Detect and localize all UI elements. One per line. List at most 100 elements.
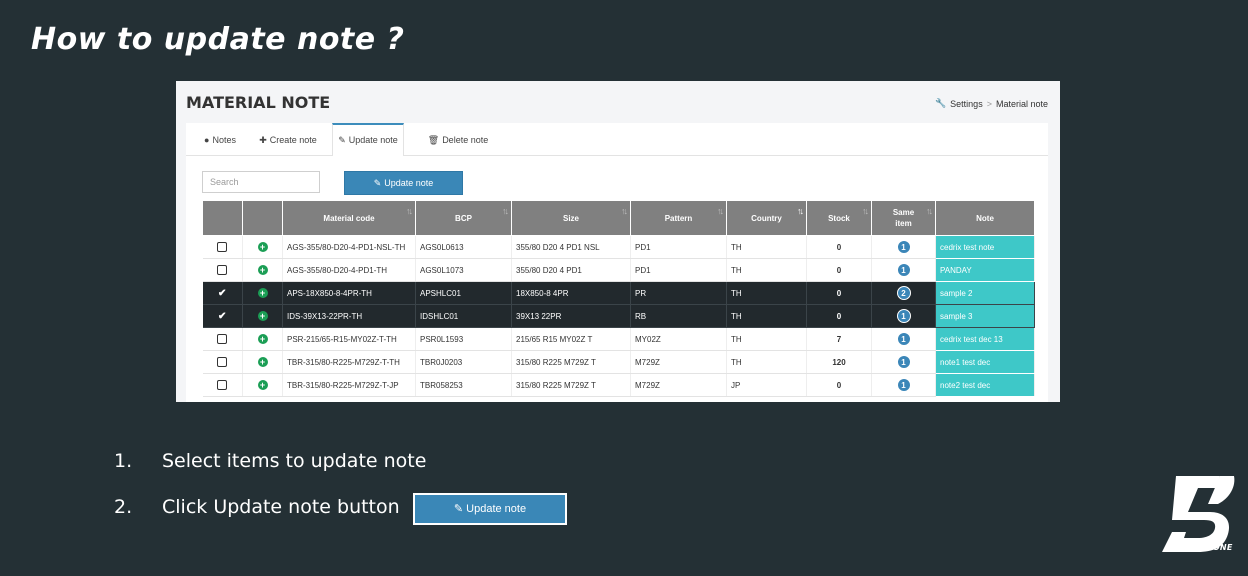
table-row[interactable]: + TBR-315/80-R225-M729Z-T-JP TBR058253 315/… xyxy=(202,373,1035,397)
pattern-cell: PD1 xyxy=(630,235,727,259)
plus-circle-icon[interactable]: + xyxy=(257,242,268,252)
note-cell[interactable]: cedrix test dec 13 xyxy=(935,327,1035,351)
row-add-cell[interactable]: + xyxy=(242,235,283,259)
checkmark-icon[interactable]: ✔ xyxy=(218,311,226,322)
tab-delete-note[interactable]: 🗑 Delete note xyxy=(422,123,494,155)
pattern-cell: RB xyxy=(630,304,727,328)
table-row[interactable]: + PSR-215/65-R15-MY02Z-T-TH PSR0L1593 215/6… xyxy=(202,327,1035,351)
column-header-material-code[interactable]: Material code ↑↓ xyxy=(282,200,416,236)
plus-circle-icon[interactable]: + xyxy=(257,380,268,390)
note-cell[interactable]: note1 test dec xyxy=(935,350,1035,374)
note-cell[interactable]: note2 test dec xyxy=(935,373,1035,397)
plus-icon: ✚ xyxy=(259,135,267,145)
row-checkbox[interactable] xyxy=(217,334,228,344)
same-item-badge[interactable]: 1 xyxy=(896,309,911,323)
sort-icon: ↑↓ xyxy=(621,206,628,216)
trash-icon: 🗑 xyxy=(427,135,440,145)
plus-circle-icon[interactable]: + xyxy=(257,334,268,344)
country-cell: JP xyxy=(726,373,807,397)
checkmark-icon[interactable]: ✔ xyxy=(218,288,226,299)
update-note-label: Update note xyxy=(384,178,434,188)
country-cell: TH xyxy=(726,281,807,305)
material-code-cell: AGS-355/80-D20-4-PD1-NSL-TH xyxy=(282,235,416,259)
row-checkbox-cell[interactable]: ✔ xyxy=(202,304,243,328)
pattern-cell: M729Z xyxy=(630,350,727,374)
table-row[interactable]: ✔ + IDS-39X13-22PR-TH IDSHLC01 39X13 22PR RB T… xyxy=(202,304,1035,328)
note-cell[interactable]: PANDAY xyxy=(935,258,1035,282)
table-row[interactable]: + TBR-315/80-R225-M729Z-T-TH TBR0J0203 315/… xyxy=(202,350,1035,374)
bcp-cell: IDSHLC01 xyxy=(415,304,512,328)
sort-icon: ↑↓ xyxy=(717,206,724,216)
row-checkbox-cell[interactable] xyxy=(202,235,243,259)
row-add-cell[interactable]: + xyxy=(242,373,283,397)
breadcrumb-current: Material note xyxy=(995,98,1048,109)
country-cell: TH xyxy=(726,258,807,282)
table-row[interactable]: + AGS-355/80-D20-4-PD1-TH AGS0L1073 355/80 … xyxy=(202,258,1035,282)
edit-icon: ✎ xyxy=(338,135,346,145)
pattern-cell: PR xyxy=(630,281,727,305)
size-cell: 355/80 D20 4 PD1 xyxy=(511,258,631,282)
same-item-badge[interactable]: 1 xyxy=(896,263,911,277)
material-code-cell: TBR-315/80-R225-M729Z-T-JP xyxy=(282,373,416,397)
column-header-country[interactable]: Country ↑↓ xyxy=(726,200,807,236)
row-add-cell[interactable]: + xyxy=(242,304,283,328)
row-add-cell[interactable]: + xyxy=(242,350,283,374)
sort-icon: ↑↓ xyxy=(406,206,413,216)
pattern-cell: MY02Z xyxy=(630,327,727,351)
note-cell[interactable]: cedrix test note xyxy=(935,235,1035,259)
column-header-same-item[interactable]: Same item ↑↓ xyxy=(871,200,936,236)
tab-create-note[interactable]: ✚ Create note xyxy=(254,123,322,155)
tab-bar: ● Notes ✚ Create note ✎ Update note 🗑 Delete… xyxy=(186,123,1048,156)
same-item-cell: 1 xyxy=(871,350,936,374)
stock-cell: 0 xyxy=(806,373,872,397)
row-checkbox-cell[interactable] xyxy=(202,373,243,397)
same-item-cell: 1 xyxy=(871,304,936,328)
row-checkbox[interactable] xyxy=(217,357,228,367)
same-item-badge[interactable]: 1 xyxy=(896,355,911,369)
same-item-badge[interactable]: 1 xyxy=(896,240,911,254)
stock-cell: 0 xyxy=(806,304,872,328)
note-cell[interactable]: sample 2 xyxy=(935,281,1035,305)
row-checkbox[interactable] xyxy=(217,380,228,390)
row-checkbox-cell[interactable] xyxy=(202,327,243,351)
same-item-badge[interactable]: 1 xyxy=(896,332,911,346)
column-header-stock[interactable]: Stock ↑↓ xyxy=(806,200,872,236)
content-card: ● Notes ✚ Create note ✎ Update note 🗑 Delete… xyxy=(186,123,1048,402)
breadcrumb-settings[interactable]: Settings xyxy=(950,99,983,109)
page-title: MATERIAL NOTE xyxy=(186,93,331,112)
column-header-note: Note xyxy=(935,200,1035,236)
pattern-cell: PD1 xyxy=(630,258,727,282)
row-add-cell[interactable]: + xyxy=(242,258,283,282)
material-code-cell: AGS-355/80-D20-4-PD1-TH xyxy=(282,258,416,282)
table-row[interactable]: + AGS-355/80-D20-4-PD1-NSL-TH AGS0L0613 355… xyxy=(202,235,1035,259)
tab-notes[interactable]: ● Notes xyxy=(190,123,250,155)
same-item-badge[interactable]: 1 xyxy=(896,378,911,392)
same-item-badge[interactable]: 2 xyxy=(896,286,911,300)
bcp-cell: AGS0L1073 xyxy=(415,258,512,282)
tab-update-note[interactable]: ✎ Update note xyxy=(332,123,404,156)
table-row[interactable]: ✔ + APS-18X850-8-4PR-TH APSHLC01 18X850-8 4P… xyxy=(202,281,1035,305)
row-checkbox-cell[interactable]: ✔ xyxy=(202,281,243,305)
update-note-button[interactable]: ✎ Update note xyxy=(344,171,463,195)
same-item-cell: 1 xyxy=(871,373,936,397)
row-add-cell[interactable]: + xyxy=(242,327,283,351)
column-header-pattern[interactable]: Pattern ↑↓ xyxy=(630,200,727,236)
plus-circle-icon[interactable]: + xyxy=(257,288,268,298)
row-checkbox-cell[interactable] xyxy=(202,258,243,282)
country-cell: TH xyxy=(726,350,807,374)
plus-circle-icon[interactable]: + xyxy=(257,357,268,367)
plus-circle-icon[interactable]: + xyxy=(257,311,268,321)
bcp-cell: APSHLC01 xyxy=(415,281,512,305)
search-input[interactable] xyxy=(202,171,320,193)
size-cell: 39X13 22PR xyxy=(511,304,631,328)
column-header-size[interactable]: Size ↑↓ xyxy=(511,200,631,236)
column-header-bcp[interactable]: BCP ↑↓ xyxy=(415,200,512,236)
row-checkbox[interactable] xyxy=(217,242,228,252)
row-add-cell[interactable]: + xyxy=(242,281,283,305)
material-code-cell: APS-18X850-8-4PR-TH xyxy=(282,281,416,305)
note-cell[interactable]: sample 3 xyxy=(935,304,1035,328)
same-item-cell: 2 xyxy=(871,281,936,305)
row-checkbox-cell[interactable] xyxy=(202,350,243,374)
plus-circle-icon[interactable]: + xyxy=(257,265,268,275)
row-checkbox[interactable] xyxy=(217,265,228,275)
